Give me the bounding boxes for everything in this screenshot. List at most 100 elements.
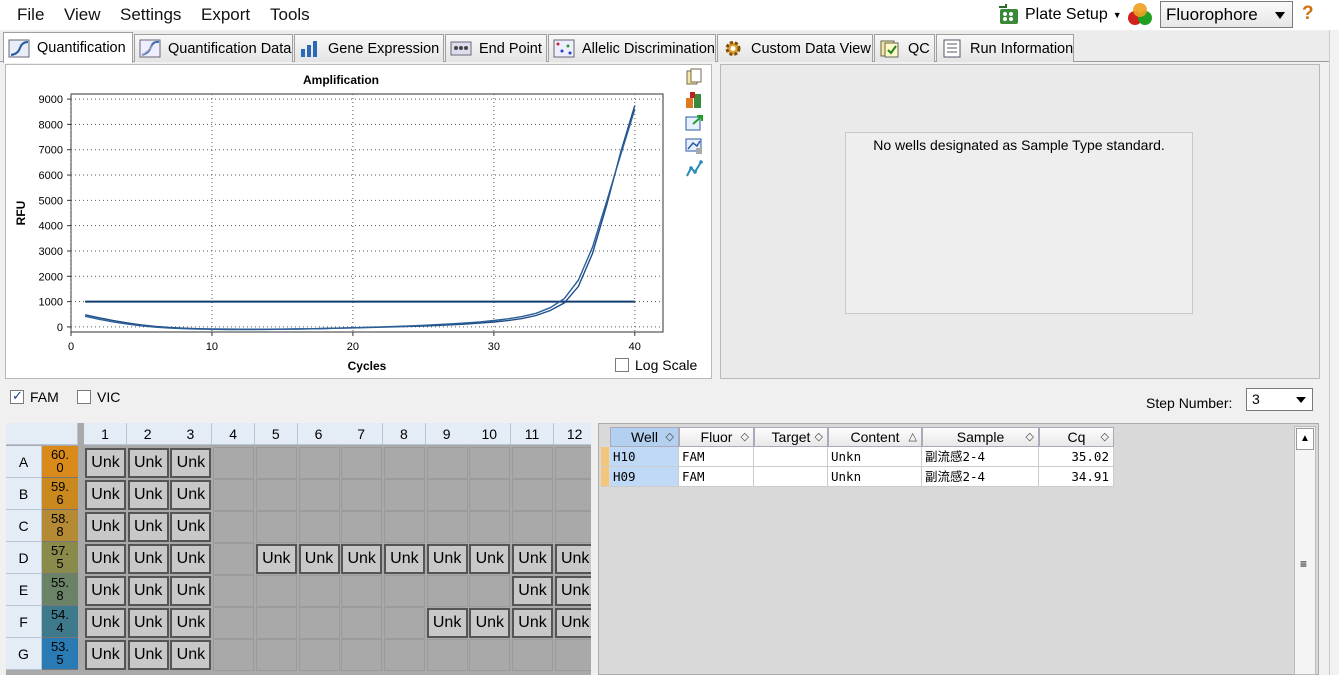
plate-well-empty[interactable] — [255, 511, 297, 543]
menu-export[interactable]: Export — [201, 5, 250, 25]
plate-well[interactable]: Unk — [469, 608, 511, 638]
plate-well-empty[interactable] — [554, 639, 591, 671]
plate-well[interactable]: Unk — [426, 608, 468, 638]
plate-row-header[interactable]: B — [6, 478, 42, 510]
column-header-cq[interactable]: Cq ◇ — [1039, 427, 1114, 447]
plate-well-empty[interactable] — [213, 479, 255, 511]
plate-well[interactable]: Unk — [554, 576, 591, 606]
plate-corner[interactable] — [6, 423, 78, 445]
plate-well[interactable]: Unk — [127, 448, 169, 478]
column-header-content[interactable]: Content △ — [828, 427, 922, 447]
cell-cq[interactable]: 35.02 — [1039, 447, 1114, 467]
flask-icon[interactable] — [1126, 2, 1154, 28]
plate-well[interactable]: Unk — [127, 512, 169, 542]
plate-well-empty[interactable] — [469, 447, 511, 479]
scroll-grip-icon[interactable]: ≡ — [1300, 557, 1307, 571]
plate-setup-button[interactable]: Plate Setup ▼ — [997, 3, 1122, 27]
plate-well-empty[interactable] — [213, 511, 255, 543]
plate-well[interactable]: Unk — [85, 512, 126, 542]
plate-well-empty[interactable] — [255, 639, 297, 671]
plate-well[interactable]: Unk — [170, 608, 212, 638]
plate-well[interactable]: Unk — [85, 480, 126, 510]
plate-well[interactable]: Unk — [170, 448, 212, 478]
export-image-icon[interactable] — [685, 114, 703, 132]
plate-well[interactable]: Unk — [512, 576, 553, 606]
plate-row-header[interactable]: E — [6, 574, 42, 606]
plate-well[interactable]: Unk — [512, 544, 553, 574]
cell-fluor[interactable]: FAM — [679, 447, 754, 467]
plate-well[interactable]: Unk — [383, 544, 425, 574]
plate-well-empty[interactable] — [341, 575, 383, 607]
column-header-target[interactable]: Target ◇ — [754, 427, 828, 447]
sort-icon[interactable]: ◇ — [741, 428, 749, 446]
fluorophore-select[interactable]: Fluorophore — [1160, 1, 1293, 28]
plate-well-empty[interactable] — [383, 607, 425, 639]
plate-well-empty[interactable] — [213, 639, 255, 671]
plate-well[interactable]: Unk — [170, 576, 212, 606]
log-scale-toggle[interactable]: Log Scale — [615, 357, 697, 373]
chart-settings-icon[interactable] — [685, 137, 703, 155]
vic-toggle[interactable]: VIC — [77, 389, 120, 405]
plate-well[interactable]: Unk — [127, 544, 169, 574]
plate-well-empty[interactable] — [383, 639, 425, 671]
plate-well-empty[interactable] — [426, 639, 468, 671]
plate-well-empty[interactable] — [383, 447, 425, 479]
menu-file[interactable]: File — [17, 5, 44, 25]
plate-well[interactable]: Unk — [554, 608, 591, 638]
plate-column-header[interactable]: 2 — [126, 423, 170, 445]
plate-well-empty[interactable] — [213, 447, 255, 479]
plate-column-header[interactable]: 1 — [84, 423, 127, 445]
column-header-well[interactable]: Well ◇ — [610, 427, 679, 447]
cell-target[interactable] — [754, 467, 828, 487]
results-scrollbar[interactable]: ▲ ≡ — [1294, 426, 1316, 675]
sort-icon[interactable]: ◇ — [666, 428, 674, 446]
tab-gene-expression[interactable]: Gene Expression — [294, 34, 444, 62]
plate-well[interactable]: Unk — [127, 608, 169, 638]
plate-well[interactable]: Unk — [127, 640, 169, 670]
plate-well-empty[interactable] — [512, 479, 553, 511]
plate-well-empty[interactable] — [426, 511, 468, 543]
plate-well-empty[interactable] — [341, 479, 383, 511]
plate-well[interactable]: Unk — [127, 576, 169, 606]
plate-well-empty[interactable] — [213, 607, 255, 639]
plate-well-empty[interactable] — [554, 479, 591, 511]
trace-style-icon[interactable] — [685, 160, 703, 178]
cell-target[interactable] — [754, 447, 828, 467]
tab-allelic-discrimination[interactable]: Allelic Discrimination — [548, 34, 716, 62]
export-excel-icon[interactable] — [685, 91, 703, 109]
plate-well[interactable]: Unk — [170, 480, 212, 510]
plate-column-header[interactable]: 11 — [511, 423, 554, 445]
plate-well-empty[interactable] — [554, 447, 591, 479]
plate-well-empty[interactable] — [426, 575, 468, 607]
copy-icon[interactable] — [685, 68, 703, 86]
cell-content[interactable]: Unkn — [828, 447, 922, 467]
tab-custom-data-view[interactable]: Custom Data View — [717, 34, 873, 62]
plate-well[interactable]: Unk — [255, 544, 297, 574]
plate-well-empty[interactable] — [298, 575, 340, 607]
cell-cq[interactable]: 34.91 — [1039, 467, 1114, 487]
tab-run-information[interactable]: Run Information — [936, 34, 1074, 62]
plate-well-empty[interactable] — [298, 479, 340, 511]
plate-well[interactable]: Unk — [512, 608, 553, 638]
plate-well-empty[interactable] — [383, 575, 425, 607]
plate-row-header[interactable]: D — [6, 542, 42, 574]
plate-well-empty[interactable] — [426, 447, 468, 479]
plate-well-empty[interactable] — [298, 447, 340, 479]
plate-well[interactable]: Unk — [85, 576, 126, 606]
help-icon[interactable]: ? — [1302, 3, 1314, 25]
plate-well-empty[interactable] — [341, 447, 383, 479]
plate-well[interactable]: Unk — [85, 448, 126, 478]
plate-well-empty[interactable] — [255, 607, 297, 639]
sort-icon[interactable]: ◇ — [1101, 428, 1109, 446]
column-header-fluor[interactable]: Fluor ◇ — [679, 427, 754, 447]
log-scale-checkbox[interactable] — [615, 358, 629, 372]
plate-well-empty[interactable] — [341, 639, 383, 671]
plate-well-empty[interactable] — [554, 511, 591, 543]
plate-column-header[interactable]: 7 — [340, 423, 384, 445]
plate-well[interactable]: Unk — [85, 608, 126, 638]
plate-well-empty[interactable] — [298, 639, 340, 671]
plate-well[interactable]: Unk — [127, 480, 169, 510]
plate-row-header[interactable]: A — [6, 446, 42, 478]
plate-well-empty[interactable] — [255, 447, 297, 479]
plate-well[interactable]: Unk — [85, 544, 126, 574]
